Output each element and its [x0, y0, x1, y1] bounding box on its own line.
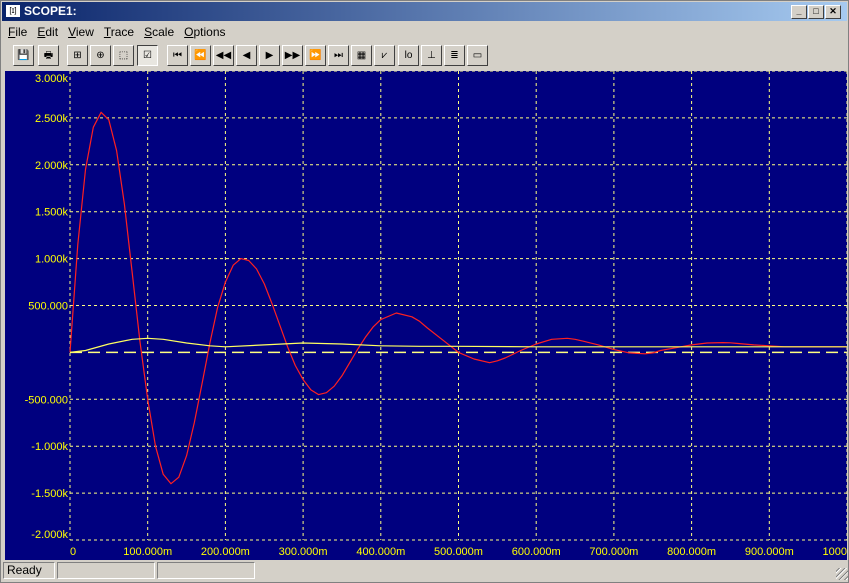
- scope-plot[interactable]: 0 100.000m 200.000m 300.000m 400.000m 500.000…: [5, 71, 847, 560]
- y-tick-label: -1.000k: [31, 441, 68, 453]
- menu-bar: File Edit View Trace Scale Options: [3, 23, 231, 41]
- autoscale-check-icon[interactable]: ☑: [137, 45, 158, 66]
- step-back-icon[interactable]: ◀◀: [213, 45, 234, 66]
- status-panel-2: [57, 562, 155, 579]
- y-tick-label: 1.500k: [35, 207, 69, 219]
- title-bar[interactable]: [ɪ] SCOPE1: _ □ ✕: [2, 2, 847, 21]
- menu-view[interactable]: View: [63, 23, 99, 41]
- x-tick-label: 900.000m: [745, 546, 794, 558]
- save-icon[interactable]: 💾: [13, 45, 34, 66]
- y-tick-label: -1.500k: [31, 488, 68, 500]
- grid-scale-icon[interactable]: ⊥: [421, 45, 442, 66]
- y-tick-label: 3.000k: [35, 73, 69, 85]
- menu-label-rest: cale: [152, 25, 175, 39]
- last-icon[interactable]: ⏭: [328, 45, 349, 66]
- linear-scale-icon[interactable]: ⩗: [374, 45, 395, 66]
- scope-app-icon[interactable]: [ɪ]: [6, 5, 20, 17]
- x-tick-label: 700.000m: [589, 546, 638, 558]
- y-tick-label: 1.000k: [35, 254, 69, 266]
- x-tick-label: 100.000m: [123, 546, 172, 558]
- menu-label-rest: iew: [75, 25, 94, 39]
- x-tick-label: 1000: [823, 546, 847, 558]
- print-icon[interactable]: 🖶: [38, 45, 59, 66]
- window-icon[interactable]: ▭: [467, 45, 488, 66]
- x-tick-label: 600.000m: [512, 546, 561, 558]
- list-icon[interactable]: ≣: [444, 45, 465, 66]
- y-tick-label: 2.000k: [35, 160, 69, 172]
- x-tick-label: 300.000m: [279, 546, 328, 558]
- menu-label-rest: ile: [15, 25, 28, 39]
- y-tick-label: -2.000k: [31, 529, 68, 541]
- x-tick-label: 400.000m: [356, 546, 405, 558]
- menu-options[interactable]: Options: [179, 23, 230, 41]
- select-area-icon[interactable]: ⬚: [113, 45, 134, 66]
- menu-mnemonic: S: [144, 25, 153, 39]
- first-icon[interactable]: ⏮: [167, 45, 188, 66]
- menu-scale[interactable]: Scale: [139, 23, 179, 41]
- menu-edit[interactable]: Edit: [32, 23, 63, 41]
- menu-trace[interactable]: Trace: [99, 23, 139, 41]
- menu-mnemonic: T: [103, 25, 111, 39]
- y-tick-label: -500.000: [25, 394, 68, 406]
- menu-file[interactable]: File: [3, 23, 32, 41]
- fast-forward-icon[interactable]: ⏩: [305, 45, 326, 66]
- x-tick-label: 200.000m: [201, 546, 250, 558]
- menu-label-rest: ptions: [193, 25, 226, 39]
- forward-icon[interactable]: ▶: [259, 45, 280, 66]
- step-forward-icon[interactable]: ▶▶: [282, 45, 303, 66]
- y-tick-label: 2.500k: [35, 113, 69, 125]
- resize-grip[interactable]: [836, 568, 848, 580]
- table-icon[interactable]: ▦: [351, 45, 372, 66]
- zoom-target-icon[interactable]: ⊕: [90, 45, 111, 66]
- back-icon[interactable]: ◀: [236, 45, 257, 66]
- menu-label-rest: dit: [45, 25, 59, 39]
- x-tick-label: 500.000m: [434, 546, 483, 558]
- x-tick-label: 0: [70, 546, 76, 558]
- x-tick-label: 800.000m: [667, 546, 716, 558]
- menu-label-rest: race: [110, 25, 135, 39]
- status-ready: Ready: [3, 562, 55, 579]
- trace-select-icon[interactable]: ⊞: [67, 45, 88, 66]
- status-panel-3: [157, 562, 255, 579]
- log-scale-icon[interactable]: lo: [398, 45, 419, 66]
- title-buttons: _ □ ✕: [790, 5, 841, 19]
- scope-chart[interactable]: 0 100.000m 200.000m 300.000m 400.000m 500.000…: [5, 71, 847, 560]
- window-title: SCOPE1:: [24, 4, 77, 18]
- y-tick-label: 500.000: [28, 301, 68, 313]
- status-bar: Ready: [1, 561, 849, 582]
- menu-mnemonic: V: [68, 25, 76, 39]
- minimize-button[interactable]: _: [791, 5, 807, 19]
- close-button[interactable]: ✕: [825, 5, 841, 19]
- trace-yellow[interactable]: [69, 337, 847, 353]
- scope-window: [ɪ] SCOPE1: _ □ ✕ File Edit View Trace Scale Op…: [0, 0, 849, 583]
- fast-back-icon[interactable]: ⏪: [190, 45, 211, 66]
- maximize-button[interactable]: □: [808, 5, 824, 19]
